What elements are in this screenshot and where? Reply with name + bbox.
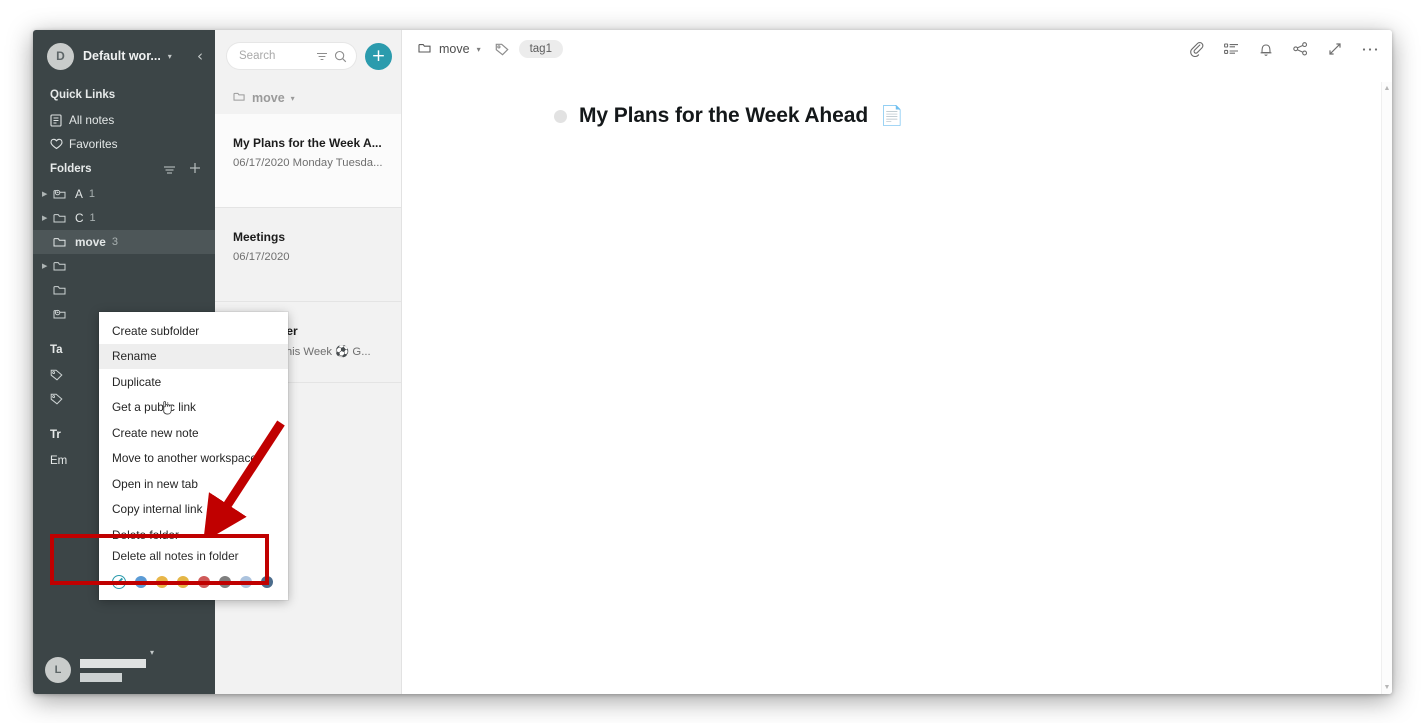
folder-icon [53, 260, 75, 272]
workspace-avatar: D [47, 42, 74, 70]
main-content: move ▾ tag1 My Plans for the Week Ahead … [402, 30, 1392, 694]
list-folder-header[interactable]: move ▾ [215, 82, 401, 114]
tag-icon [50, 393, 69, 405]
vertical-scrollbar[interactable]: ▲ ▼ [1381, 82, 1392, 694]
attachment-icon[interactable] [1189, 41, 1204, 57]
document-body[interactable]: My Plans for the Week Ahead 📄 [402, 68, 1392, 128]
folder-row-5[interactable] [33, 278, 215, 302]
folder-row-a[interactable]: ▶ A 1 [33, 182, 215, 206]
notes-icon [50, 113, 69, 127]
sidebar-item-all-notes[interactable]: All notes [33, 108, 215, 132]
annotation-box [50, 534, 269, 585]
redacted-bar-name [80, 658, 146, 668]
sidebar-item-label: All notes [69, 113, 115, 127]
chevron-down-icon[interactable]: ▾ [291, 94, 295, 103]
folder-icon [53, 284, 75, 296]
annotation-arrow [203, 420, 285, 535]
page-title: My Plans for the Week Ahead [579, 104, 869, 127]
chevron-right-icon[interactable]: ▶ [42, 263, 53, 270]
note-title: Meetings [233, 230, 286, 244]
chevron-down-icon[interactable]: ▾ [477, 45, 481, 54]
folder-row-move[interactable]: move 3 [33, 230, 215, 254]
app-window: D Default wor... ▾ ‹ Quick Links All not… [33, 30, 1392, 694]
search-icon[interactable] [334, 50, 347, 63]
workspace-name: Default wor... [83, 49, 161, 63]
folder-label: move [75, 235, 106, 249]
workspace-switcher[interactable]: D Default wor... ▾ ‹ [33, 30, 215, 82]
sidebar-item-favorites[interactable]: Favorites [33, 132, 215, 156]
chevron-down-icon[interactable]: ▾ [150, 648, 154, 657]
folder-label: C [75, 211, 84, 225]
note-toolbar: move ▾ tag1 [402, 30, 1392, 68]
search-bar: Search + [215, 30, 401, 82]
tag-chip[interactable]: tag1 [518, 40, 563, 58]
chevron-down-icon[interactable]: ▾ [168, 52, 172, 61]
folder-count: 3 [111, 236, 118, 248]
chevron-right-icon[interactable]: ▶ [42, 215, 53, 222]
context-menu-item-duplicate[interactable]: Duplicate [99, 369, 288, 395]
folder-shared-icon [53, 308, 75, 320]
folder-icon [53, 212, 75, 224]
sidebar-item-label: Favorites [69, 137, 118, 151]
more-icon[interactable] [1362, 47, 1378, 52]
folders-heading-label: Folders [50, 163, 92, 175]
user-name-redacted [80, 658, 146, 682]
sort-folders-icon[interactable] [163, 163, 176, 176]
document-title-row: My Plans for the Week Ahead 📄 [402, 104, 1392, 128]
tag-icon [50, 369, 69, 381]
filter-icon[interactable] [316, 51, 328, 62]
note-snippet: 06/17/2020 Monday Tuesda... [233, 157, 383, 169]
toolbar-actions [1189, 41, 1378, 57]
note-list-item[interactable]: My Plans for the Week A... 06/17/2020 Mo… [215, 114, 401, 208]
scroll-down-arrow-icon[interactable]: ▼ [1384, 684, 1391, 691]
folder-count: 1 [89, 212, 96, 224]
breadcrumb-folder-label: move [439, 42, 470, 56]
breadcrumb[interactable]: move ▾ [418, 42, 481, 57]
note-snippet: 06/17/2020 [233, 251, 290, 263]
folder-shared-icon [53, 188, 75, 200]
tag-icon[interactable] [495, 43, 509, 56]
avatar: L [45, 657, 71, 683]
outline-icon[interactable] [1224, 42, 1239, 56]
folder-icon [418, 42, 432, 57]
context-menu-item-create-subfolder[interactable]: Create subfolder [99, 318, 288, 344]
reminder-bell-icon[interactable] [1259, 42, 1273, 57]
folder-count: 1 [88, 188, 95, 200]
context-menu-item-rename[interactable]: Rename [99, 343, 288, 369]
folder-icon [233, 91, 246, 105]
search-input[interactable]: Search [227, 43, 356, 69]
document-emoji-icon: 📄 [880, 105, 904, 127]
search-placeholder: Search [239, 50, 276, 62]
scroll-up-arrow-icon[interactable]: ▲ [1384, 85, 1391, 92]
list-folder-label: move [252, 91, 285, 105]
quick-links-heading: Quick Links [50, 89, 116, 101]
share-icon[interactable] [1293, 42, 1308, 56]
add-note-button[interactable]: + [365, 42, 392, 70]
folder-row-c[interactable]: ▶ C 1 [33, 206, 215, 230]
note-list-item[interactable]: Meetings 06/17/2020 [215, 208, 401, 302]
expand-icon[interactable] [1328, 42, 1342, 56]
redacted-bar-email [80, 672, 122, 682]
note-title: My Plans for the Week A... [233, 136, 382, 150]
folder-row-4[interactable]: ▶ [33, 254, 215, 278]
add-folder-icon[interactable] [189, 162, 201, 176]
folders-heading: Folders [33, 156, 215, 182]
folder-label: A [75, 187, 83, 201]
chevron-right-icon[interactable]: ▶ [42, 191, 53, 198]
folder-icon [53, 236, 75, 248]
heart-icon [50, 138, 69, 150]
note-status-bullet-icon [554, 109, 567, 123]
collapse-sidebar-icon[interactable]: ‹ [197, 48, 203, 64]
user-account-area[interactable]: L ▾ [33, 646, 215, 694]
